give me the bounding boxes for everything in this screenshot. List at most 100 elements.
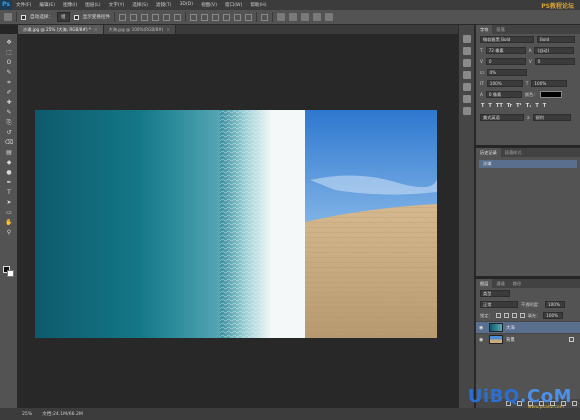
move-tool-preset-icon[interactable] (4, 13, 12, 21)
marquee-tool-icon[interactable]: ⬚ (4, 48, 14, 57)
menu-item[interactable]: 图层(L) (81, 2, 104, 8)
lock-all-icon[interactable] (519, 313, 525, 318)
font-size-field[interactable]: 72 像素 (485, 47, 526, 54)
tab-paths[interactable]: 路径 (509, 279, 525, 288)
dodge-tool-icon[interactable]: ● (4, 168, 14, 177)
small-caps-button[interactable]: Tr (507, 103, 512, 109)
path-select-tool-icon[interactable]: ➤ (4, 198, 14, 207)
tab-paragraph-styles[interactable]: 段落样式 (501, 148, 526, 157)
menu-item[interactable]: 窗口(W) (221, 2, 246, 8)
menu-item[interactable]: 帮助(H) (246, 2, 270, 8)
type-tool-icon[interactable]: T (4, 188, 14, 197)
horizontal-scale-field[interactable]: 100% (531, 80, 568, 87)
menu-item[interactable]: 选择(S) (128, 2, 152, 8)
layer-kind-filter[interactable]: 类型 (480, 290, 510, 297)
clone-stamp-tool-icon[interactable]: ⎘ (4, 118, 14, 127)
kerning-field[interactable]: 0 (485, 58, 526, 65)
layer-row-background[interactable]: ◉ 背景 (476, 333, 580, 345)
character-styles-icon[interactable] (462, 107, 471, 115)
menu-item[interactable]: 文字(Y) (105, 2, 129, 8)
move-tool-icon[interactable]: ✥ (4, 38, 14, 47)
font-style-select[interactable]: Bold (537, 36, 575, 43)
3d-mode-icon[interactable] (277, 13, 286, 21)
faux-bold-button[interactable]: T (481, 103, 484, 109)
menu-item[interactable]: 图像(I) (59, 2, 81, 8)
properties-panel-icon[interactable] (462, 47, 471, 55)
gradient-tool-icon[interactable]: ▤ (4, 148, 14, 157)
distribute-hcenter-icon[interactable] (234, 13, 242, 21)
healing-brush-tool-icon[interactable]: ✚ (4, 98, 14, 107)
tab-channels[interactable]: 通道 (492, 279, 508, 288)
blur-tool-icon[interactable]: ◆ (4, 158, 14, 167)
blend-mode-select[interactable]: 正常 (480, 301, 518, 308)
tab-layers[interactable]: 图层 (476, 279, 493, 288)
close-icon[interactable]: × (166, 27, 170, 32)
delete-layer-icon[interactable] (572, 401, 577, 406)
language-select[interactable]: 美式英语 (480, 114, 524, 121)
distribute-top-icon[interactable] (190, 13, 198, 21)
auto-align-icon[interactable] (261, 13, 269, 21)
strikethrough-button[interactable]: T (543, 103, 546, 109)
fill-field[interactable]: 100% (543, 312, 564, 319)
auto-select-dropdown[interactable]: 组 (56, 12, 70, 22)
text-color-swatch[interactable] (540, 91, 563, 98)
lock-position-icon[interactable] (511, 313, 517, 318)
tab-beach[interactable]: 沙滩.jpg @ 25% (大海, RGB/8#) * × (18, 25, 104, 34)
layer-row-sea[interactable]: ◉ 大海 (476, 321, 580, 333)
all-caps-button[interactable]: TT (496, 103, 503, 109)
quick-select-tool-icon[interactable]: ✎ (4, 68, 14, 77)
superscript-button[interactable]: T¹ (516, 103, 522, 109)
document-canvas[interactable] (35, 110, 437, 338)
close-icon[interactable]: × (94, 27, 98, 32)
align-right-icon[interactable] (174, 13, 182, 21)
show-transform-checkbox[interactable] (73, 14, 79, 20)
3d-slide-icon[interactable] (325, 13, 334, 21)
pen-tool-icon[interactable]: ✒ (4, 178, 14, 187)
align-left-icon[interactable] (152, 13, 160, 21)
distribute-bottom-icon[interactable] (212, 13, 220, 21)
menu-item[interactable]: 视图(V) (197, 2, 221, 8)
character-panel-icon[interactable] (462, 83, 471, 91)
clone-source-panel-icon[interactable] (462, 71, 471, 79)
underline-button[interactable]: T (535, 103, 538, 109)
distribute-vcenter-icon[interactable] (201, 13, 209, 21)
menu-item[interactable]: 文件(F) (12, 2, 35, 8)
menu-item[interactable]: 3D(D) (175, 2, 197, 8)
align-hcenter-icon[interactable] (163, 13, 171, 21)
align-bottom-icon[interactable] (141, 13, 149, 21)
eyedropper-tool-icon[interactable]: ✐ (4, 88, 14, 97)
brush-panel-icon[interactable] (462, 59, 471, 67)
align-vcenter-icon[interactable] (130, 13, 138, 21)
align-top-icon[interactable] (119, 13, 127, 21)
lasso-tool-icon[interactable]: ʘ (4, 58, 14, 67)
subscript-button[interactable]: T₁ (526, 103, 532, 109)
eye-icon[interactable]: ◉ (479, 325, 486, 331)
history-panel-icon[interactable] (462, 35, 471, 43)
3d-drag-icon[interactable] (313, 13, 322, 21)
menu-item[interactable]: 编辑(E) (35, 2, 59, 8)
faux-italic-button[interactable]: T (488, 103, 491, 109)
zoom-tool-icon[interactable]: ⚲ (4, 228, 14, 237)
zoom-level[interactable]: 25% (22, 412, 32, 417)
eye-icon[interactable]: ◉ (479, 337, 486, 343)
shape-tool-icon[interactable]: ▭ (4, 208, 14, 217)
tab-character[interactable]: 字符 (476, 25, 493, 34)
crop-tool-icon[interactable]: ⌗ (4, 78, 14, 87)
auto-select-checkbox[interactable] (21, 14, 26, 20)
hand-tool-icon[interactable]: ✋ (4, 218, 14, 227)
tab-sea[interactable]: 大海.jpg @ 100%(RGB/8#) × (103, 25, 176, 34)
paragraph-panel-icon[interactable] (462, 95, 471, 103)
distribute-right-icon[interactable] (245, 13, 253, 21)
eraser-tool-icon[interactable]: ⌫ (4, 138, 14, 147)
opacity-field[interactable]: 100% (544, 301, 565, 308)
history-brush-tool-icon[interactable]: ↺ (4, 128, 14, 137)
scale-field[interactable]: 0% (486, 69, 527, 76)
3d-rotate-icon[interactable] (289, 13, 298, 21)
brush-tool-icon[interactable]: ✎ (4, 108, 14, 117)
vertical-scale-field[interactable]: 100% (486, 80, 523, 87)
font-family-select[interactable]: 微软雅黑 Bold (480, 36, 534, 43)
leading-field[interactable]: (自动) (534, 47, 575, 54)
menu-item[interactable]: 滤镜(T) (152, 2, 176, 8)
tab-history[interactable]: 历史记录 (476, 148, 501, 157)
antialias-select[interactable]: 锐利 (532, 114, 571, 121)
